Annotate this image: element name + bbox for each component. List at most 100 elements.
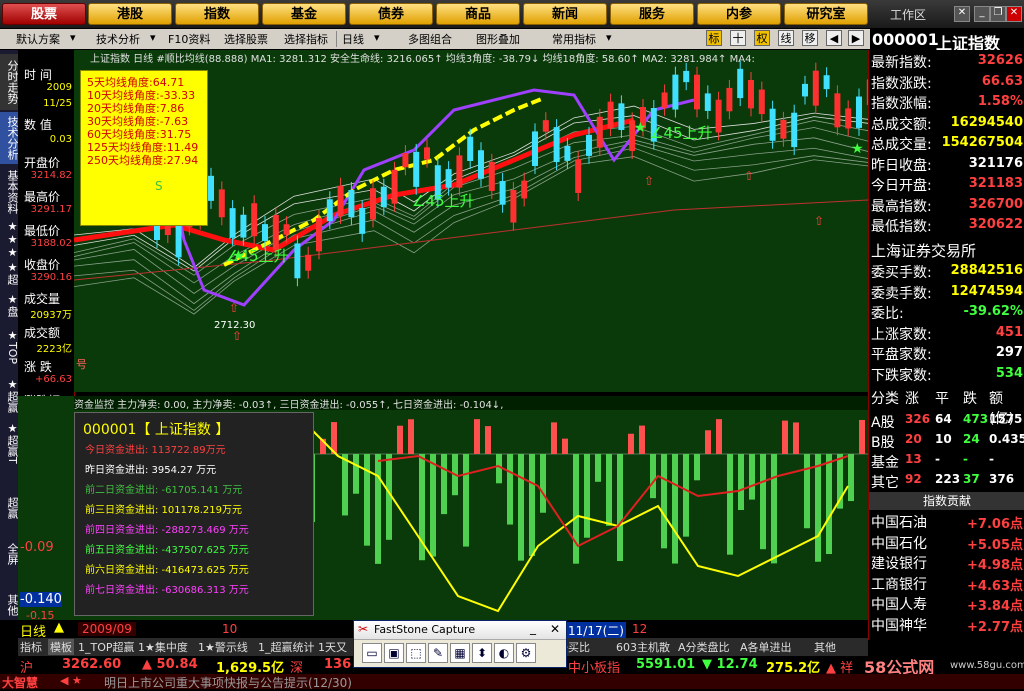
indicator-tab[interactable]: A分类盘比 bbox=[678, 639, 730, 655]
order-value: -39.62% bbox=[963, 304, 1023, 319]
contrib-stock[interactable]: 工商银行 bbox=[871, 574, 927, 594]
minimize-icon[interactable]: _ bbox=[530, 621, 536, 635]
settings-icon[interactable]: ⚙ bbox=[516, 643, 536, 663]
color-icon[interactable]: ◐ bbox=[494, 643, 514, 663]
nav-hk[interactable]: 港股 bbox=[88, 3, 172, 25]
default-scheme-menu[interactable]: 默认方案 bbox=[16, 31, 60, 47]
workspace-label[interactable]: 工作区 bbox=[890, 6, 926, 23]
indicator-tab[interactable]: 指标 bbox=[20, 639, 42, 655]
date-mark-2: 12 bbox=[632, 622, 648, 636]
vtab-other[interactable]: 其他 bbox=[0, 590, 19, 620]
candle-body bbox=[683, 70, 690, 83]
indicator-tab[interactable]: 1天又 bbox=[318, 639, 347, 655]
chevron-down-icon[interactable]: ▾ bbox=[374, 31, 380, 44]
close-icon[interactable]: ✕ bbox=[1006, 6, 1022, 22]
indicator-tab[interactable]: A各单进出 bbox=[740, 639, 792, 655]
tech-analysis-menu[interactable]: 技术分析 bbox=[96, 31, 140, 47]
contrib-stock[interactable]: 中国人寿 bbox=[871, 594, 927, 614]
rect-capture-icon[interactable]: ⬚ bbox=[406, 643, 426, 663]
left-arrow-icon[interactable]: ◀ bbox=[826, 30, 842, 46]
fund-bar bbox=[342, 454, 348, 516]
select-indicator-button[interactable]: 选择指标 bbox=[284, 31, 328, 47]
nav-insider[interactable]: 内参 bbox=[697, 3, 781, 25]
news-message[interactable]: 明日上市公司重大事项快报与公告提示(12/30) bbox=[104, 674, 352, 691]
nav-stocks[interactable]: 股票 bbox=[2, 3, 86, 25]
vtab-fullscreen[interactable]: 全屏 bbox=[0, 536, 19, 572]
indicator-tab[interactable]: 603主机散 bbox=[616, 639, 670, 655]
vtab-chaoying[interactable]: ★超赢 bbox=[0, 374, 19, 416]
nav-service[interactable]: 服务 bbox=[610, 3, 694, 25]
toggle-line[interactable]: 线 bbox=[778, 30, 794, 46]
vtab-chao[interactable]: ★超 bbox=[0, 258, 19, 288]
toggle-label[interactable]: 标 bbox=[706, 30, 722, 46]
indicator-tab[interactable]: 1_超赢统计 bbox=[258, 639, 315, 655]
order-label: 委比: bbox=[871, 306, 904, 322]
select-stock-button[interactable]: 选择股票 bbox=[224, 31, 268, 47]
chevron-down-icon[interactable]: ▾ bbox=[606, 31, 612, 44]
table-cell: 0.435 bbox=[989, 432, 1024, 446]
vtab-chaoying-t[interactable]: ★超赢T bbox=[0, 418, 19, 468]
multi-chart-menu[interactable]: 多图组合 bbox=[408, 31, 452, 47]
workspace-close-icon[interactable]: ✕ bbox=[954, 6, 970, 22]
f10-button[interactable]: F10资料 bbox=[168, 31, 210, 47]
table-cell: 1575 bbox=[989, 412, 1023, 426]
vtab-tech[interactable]: 技术分析 bbox=[0, 112, 19, 164]
nav-fund[interactable]: 基金 bbox=[262, 3, 346, 25]
vtab-top[interactable]: ★TOP bbox=[0, 322, 19, 372]
object-capture-icon[interactable]: ▣ bbox=[384, 643, 404, 663]
sz-value: 136 bbox=[324, 657, 352, 672]
candle-body bbox=[467, 136, 474, 161]
fullscreen-capture-icon[interactable]: ▦ bbox=[450, 643, 470, 663]
vtab-pan[interactable]: ★盘 bbox=[0, 290, 19, 320]
contrib-stock[interactable]: 建设银行 bbox=[871, 553, 927, 573]
candle-body bbox=[208, 175, 214, 201]
vtab-basic[interactable]: 基本资料 bbox=[0, 166, 19, 218]
index-label: 昨日收盘: bbox=[871, 157, 932, 174]
chevron-down-icon[interactable]: ▾ bbox=[70, 31, 76, 44]
fund-bar bbox=[859, 419, 865, 454]
restore-icon[interactable]: ❐ bbox=[990, 6, 1006, 22]
minimize-icon[interactable]: _ bbox=[974, 6, 990, 22]
rise-annotation: ∠45上升 bbox=[650, 124, 713, 142]
indicator-tab[interactable]: 其他 bbox=[814, 639, 836, 655]
toggle-rights[interactable]: 权 bbox=[754, 30, 770, 46]
nav-bond[interactable]: 债券 bbox=[349, 3, 433, 25]
overlay-menu[interactable]: 图形叠加 bbox=[476, 31, 520, 47]
vtab-super[interactable]: 超赢 bbox=[0, 490, 19, 526]
rise-annotation: ∠45上升 bbox=[412, 192, 475, 210]
contrib-stock[interactable]: 中国石化 bbox=[871, 533, 927, 553]
chevron-down-icon[interactable]: ▾ bbox=[150, 31, 156, 44]
toggle-crosshair[interactable]: 十 bbox=[730, 30, 746, 46]
nav-index[interactable]: 指数 bbox=[175, 3, 259, 25]
daily-period-menu[interactable]: 日线 bbox=[342, 31, 364, 47]
candle-body bbox=[791, 112, 798, 148]
indicator-tab[interactable]: 1★集中度 bbox=[138, 639, 188, 655]
toggle-move[interactable]: 移 bbox=[802, 30, 818, 46]
scroll-capture-icon[interactable]: ⬍ bbox=[472, 643, 492, 663]
common-indicator-menu[interactable]: 常用指标 bbox=[552, 31, 596, 47]
freehand-capture-icon[interactable]: ✎ bbox=[428, 643, 448, 663]
indicator-tab[interactable]: 模板 bbox=[48, 639, 74, 655]
candle-body bbox=[262, 224, 268, 241]
sh-value: 3262.60 bbox=[62, 657, 122, 672]
fund-bar bbox=[694, 454, 700, 481]
index-value: 326700 bbox=[968, 196, 1023, 212]
nav-commodity[interactable]: 商品 bbox=[436, 3, 520, 25]
nav-research[interactable]: 研究室 bbox=[784, 3, 868, 25]
indicator-tab[interactable]: 1_TOP超赢 bbox=[78, 639, 135, 655]
faststone-capture-window[interactable]: ✂ FastStone Capture _ ✕ ▭ ▣ ⬚ ✎ ▦ ⬍ ◐ ⚙ bbox=[353, 620, 567, 668]
contrib-value: +2.77点 bbox=[967, 619, 1023, 635]
nav-news[interactable]: 新闻 bbox=[523, 3, 607, 25]
contrib-stock[interactable]: 中国石油 bbox=[871, 512, 927, 532]
close-icon[interactable]: ✕ bbox=[550, 622, 560, 636]
right-arrow-icon[interactable]: ▶ bbox=[848, 30, 864, 46]
contrib-title[interactable]: 指数贡献 bbox=[869, 492, 1024, 510]
indicator-tab[interactable]: 1★警示线 bbox=[198, 639, 248, 655]
window-capture-icon[interactable]: ▭ bbox=[362, 643, 382, 663]
capture-icon: ✂ bbox=[358, 622, 369, 636]
contrib-stock[interactable]: 中国神华 bbox=[871, 615, 927, 635]
vtab-star1[interactable]: ★★★ bbox=[0, 220, 19, 259]
index-value: 32626 bbox=[977, 53, 1023, 68]
vtab-intraday[interactable]: 分时走势 bbox=[0, 54, 19, 110]
capture-titlebar[interactable]: ✂ FastStone Capture _ ✕ bbox=[354, 621, 566, 640]
